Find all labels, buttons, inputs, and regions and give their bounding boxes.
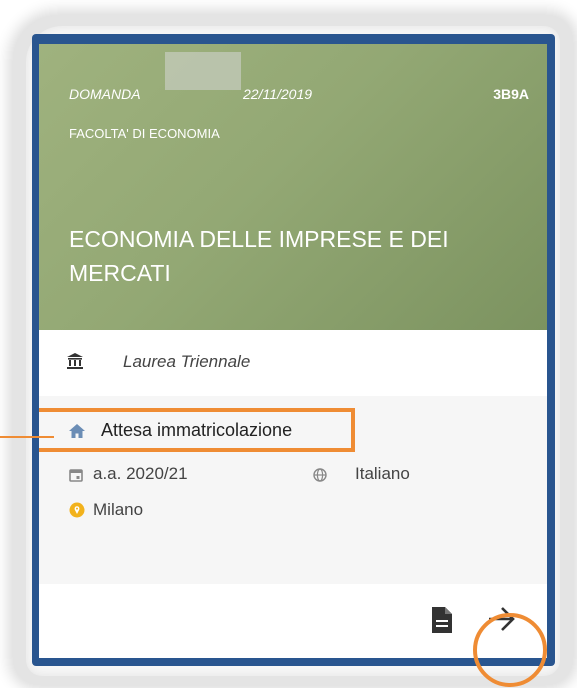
- faculty-name: FACOLTA' DI ECONOMIA: [69, 126, 220, 141]
- degree-type: Laurea Triennale: [123, 352, 251, 371]
- annotation-pointer-line: [0, 436, 54, 438]
- academic-year: a.a. 2020/21: [93, 464, 188, 483]
- location: Milano: [93, 500, 144, 519]
- application-card[interactable]: DOMANDA 22/11/2019 3B9A FACOLTA' DI ECON…: [39, 44, 547, 658]
- card-footer: [39, 584, 547, 658]
- course-title: ECONOMIA DELLE IMPRESE E DEI MERCATI: [69, 226, 449, 286]
- location-pin-icon: [69, 502, 85, 518]
- degree-row: Laurea Triennale: [39, 330, 547, 397]
- details-section: Attesa immatricolazione a.a. 2020/21 Ita…: [39, 396, 547, 584]
- arrow-right-icon: [489, 607, 515, 631]
- request-date: 22/11/2019: [243, 86, 313, 102]
- request-code: 3B9A: [493, 86, 529, 102]
- document-icon[interactable]: [431, 606, 453, 634]
- status-text: Attesa immatricolazione: [101, 420, 293, 440]
- globe-icon: [313, 468, 327, 482]
- card-header: DOMANDA 22/11/2019 3B9A FACOLTA' DI ECON…: [39, 44, 547, 330]
- language: Italiano: [355, 464, 410, 483]
- home-icon: [69, 424, 85, 438]
- institution-icon: [67, 353, 83, 369]
- calendar-icon: [69, 469, 83, 482]
- next-button[interactable]: [479, 596, 525, 642]
- redacted-area: [165, 52, 241, 90]
- request-label: DOMANDA: [69, 86, 141, 102]
